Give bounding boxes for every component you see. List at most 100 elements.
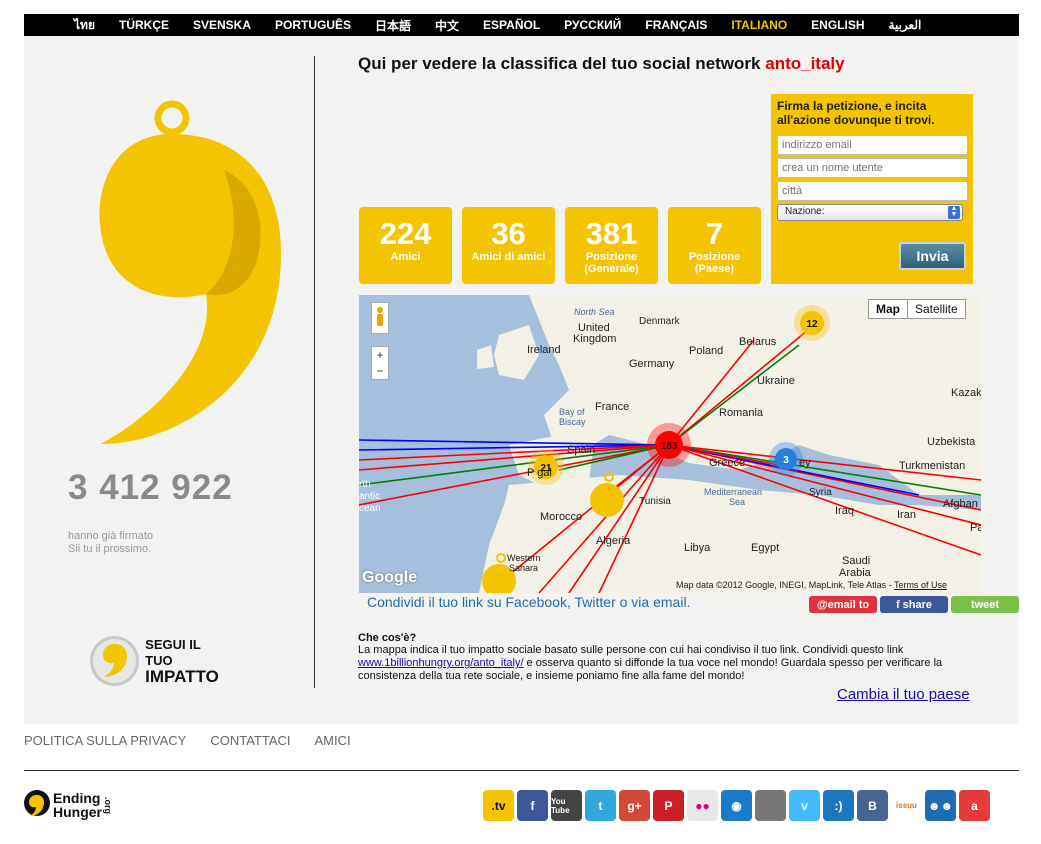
info-body-part1: La mappa indica il tuo impatto sociale b… bbox=[358, 644, 904, 656]
label-bay: Bay of bbox=[559, 407, 585, 417]
stat-rank-country: 7 Posizione (Paese) bbox=[668, 207, 761, 284]
a-icon[interactable]: a bbox=[959, 790, 990, 821]
map-attribution: Map data ©2012 Google, INEGI, MapLink, T… bbox=[676, 580, 947, 590]
label-turkmenistan: Turkmenistan bbox=[899, 460, 965, 472]
friends-icon[interactable]: ☻☻ bbox=[925, 790, 956, 821]
pinterest-icon[interactable]: P bbox=[653, 790, 684, 821]
submit-button[interactable]: Invia bbox=[899, 242, 966, 270]
google-plus-icon[interactable]: g+ bbox=[619, 790, 650, 821]
language-link[interactable]: 日本語 bbox=[363, 17, 423, 34]
language-link[interactable]: TÜRKÇE bbox=[107, 18, 181, 32]
stat-label-sub: (Generale) bbox=[584, 263, 639, 275]
impact-map[interactable]: 183 21 12 3 North Sea Denmark United Kin… bbox=[359, 295, 981, 593]
myspace-icon[interactable]: :) bbox=[823, 790, 854, 821]
flickr-icon[interactable]: ●● bbox=[687, 790, 718, 821]
contact-link[interactable]: CONTATTACI bbox=[210, 733, 290, 748]
label-mediterranean: Mediterranean bbox=[704, 487, 762, 497]
language-link[interactable]: РУССКИЙ bbox=[552, 18, 633, 32]
language-link[interactable]: العربية bbox=[877, 18, 934, 32]
map-type-satellite[interactable]: Satellite bbox=[908, 300, 965, 318]
stat-value: 381 bbox=[585, 216, 638, 251]
signed-line: hanno già firmato bbox=[68, 530, 153, 542]
change-country-link[interactable]: Cambia il tuo paese bbox=[837, 686, 970, 703]
privacy-link[interactable]: POLITICA SULLA PRIVACY bbox=[24, 733, 186, 748]
itunes-icon[interactable] bbox=[755, 790, 786, 821]
follow-impact-button[interactable]: SEGUI IL TUO IMPATTO bbox=[90, 634, 230, 688]
tv-icon[interactable]: .tv bbox=[483, 790, 514, 821]
stat-label: Amici bbox=[390, 251, 421, 263]
vimeo-icon[interactable]: v bbox=[789, 790, 820, 821]
language-link[interactable]: ESPAÑOL bbox=[471, 18, 552, 32]
stat-label: Posizione bbox=[585, 251, 638, 263]
label-cean: cean bbox=[359, 503, 381, 514]
language-link[interactable]: FRANÇAIS bbox=[633, 18, 719, 32]
zoom-control: + − bbox=[371, 346, 389, 380]
label-france: France bbox=[595, 401, 629, 413]
label-belarus: Belarus bbox=[739, 336, 777, 348]
petition-form: Firma la petizione, e incita all'azione … bbox=[771, 94, 973, 284]
label-saudi: Saudi bbox=[842, 555, 870, 567]
label-denmark: Denmark bbox=[639, 316, 681, 327]
stat-friends-of-friends: 36 Amici di amici bbox=[462, 207, 555, 284]
label-antic: antic bbox=[359, 491, 380, 502]
label-iraq: Iraq bbox=[835, 505, 854, 517]
tweet-button[interactable]: tweet bbox=[951, 596, 1019, 613]
stat-label: Posizione bbox=[688, 251, 741, 263]
whistle-logo-icon bbox=[99, 100, 281, 444]
email-share-button[interactable]: @email to bbox=[809, 596, 877, 613]
ending-hunger-logo[interactable]: Ending Hunger .org bbox=[24, 790, 113, 820]
twitter-icon[interactable]: t bbox=[585, 790, 616, 821]
label-spain: Spain bbox=[567, 444, 595, 456]
google-logo: Google bbox=[362, 569, 418, 586]
headline-text: Qui per vedere la classifica del tuo soc… bbox=[358, 54, 761, 73]
vk-icon[interactable]: B bbox=[857, 790, 888, 821]
cluster-183[interactable]: 183 bbox=[661, 441, 678, 452]
youtube-icon[interactable]: You Tube bbox=[551, 790, 582, 821]
signature-counter: 3 412 922 bbox=[68, 468, 233, 507]
map-type-map[interactable]: Map bbox=[869, 300, 908, 318]
cluster-12[interactable]: 12 bbox=[806, 319, 818, 330]
podcast-icon[interactable]: ◉ bbox=[721, 790, 752, 821]
share-link[interactable]: www.1billionhungry.org/anto_italy/ bbox=[358, 657, 524, 669]
language-link[interactable]: SVENSKA bbox=[181, 18, 263, 32]
label-portugal: P gal bbox=[527, 467, 552, 479]
email-input[interactable] bbox=[777, 135, 968, 155]
stat-friends: 224 Amici bbox=[359, 207, 452, 284]
language-link[interactable]: ENGLISH bbox=[799, 18, 876, 32]
label-greece: Greece bbox=[709, 457, 745, 469]
language-bar: ไทย TÜRKÇE SVENSKA PORTUGUÊS 日本語 中文 ESPAÑOL РУС… bbox=[24, 14, 1019, 36]
be-next-line: Sii tu il prossimo. bbox=[68, 543, 152, 555]
label-kazak: Kazak bbox=[951, 387, 981, 399]
label-kingdom: Kingdom bbox=[573, 333, 616, 345]
language-link[interactable]: ITALIANO bbox=[719, 18, 799, 32]
stat-label: Amici di amici bbox=[471, 251, 546, 263]
label-romania: Romania bbox=[719, 407, 764, 419]
language-link[interactable]: PORTUGUÊS bbox=[263, 18, 363, 32]
cluster-3[interactable]: 3 bbox=[783, 455, 789, 466]
username-input[interactable] bbox=[777, 158, 968, 178]
label-pa: Pa bbox=[970, 522, 981, 534]
map-type-control: Map Satellite bbox=[868, 299, 966, 319]
signed-text: hanno già firmato Sii tu il prossimo. bbox=[68, 530, 153, 556]
language-link[interactable]: 中文 bbox=[423, 17, 471, 34]
map-canvas[interactable]: 183 21 12 3 North Sea Denmark United Kin… bbox=[359, 295, 981, 593]
facebook-share-button[interactable]: f share bbox=[880, 596, 948, 613]
label-arabia: Arabia bbox=[839, 567, 872, 579]
zoom-out-button[interactable]: − bbox=[372, 363, 388, 379]
label-biscay: Biscay bbox=[559, 417, 586, 427]
follow-line1: SEGUI IL TUO bbox=[145, 637, 201, 668]
terms-link[interactable]: Terms of Use bbox=[894, 580, 947, 590]
pegman-icon[interactable] bbox=[371, 302, 389, 334]
label-uzbekista: Uzbekista bbox=[927, 436, 976, 448]
city-input[interactable] bbox=[777, 181, 968, 201]
petition-title: Firma la petizione, e incita all'azione … bbox=[777, 99, 935, 127]
friends-link[interactable]: AMICI bbox=[315, 733, 351, 748]
label-libya: Libya bbox=[684, 542, 711, 554]
label-ukraine: Ukraine bbox=[757, 375, 795, 387]
issuu-icon[interactable]: issuu bbox=[891, 790, 922, 821]
facebook-icon[interactable]: f bbox=[517, 790, 548, 821]
zoom-in-button[interactable]: + bbox=[372, 347, 388, 363]
country-select[interactable]: Nazione: ▲ ▼ bbox=[777, 204, 963, 221]
language-link[interactable]: ไทย bbox=[24, 16, 107, 35]
follow-line2: IMPATTO bbox=[145, 667, 219, 686]
